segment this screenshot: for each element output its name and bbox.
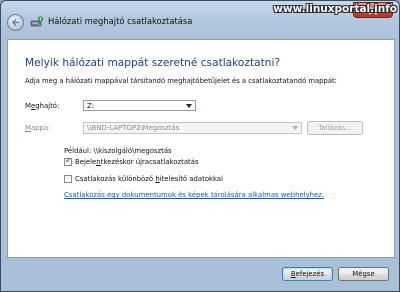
- folder-input[interactable]: \\BND-LAPTOP2\Megosztás: [83, 122, 302, 134]
- back-arrow-icon: [11, 19, 19, 26]
- watermark-text: www.linuxportal.info: [273, 3, 397, 15]
- chevron-down-icon: [186, 104, 192, 108]
- drive-select-value: Z:: [87, 102, 95, 110]
- drive-select[interactable]: Z:: [83, 100, 196, 111]
- website-link[interactable]: Csatlakozás egy dokumentumok és képek tá…: [64, 191, 324, 199]
- reconnect-label[interactable]: Bejelentkezéskor újracsatlakoztatás: [75, 158, 199, 166]
- chevron-down-icon: [292, 126, 298, 130]
- reconnect-checkbox[interactable]: ✓: [64, 156, 72, 166]
- dialog-window: Hálózati meghajtó csatlakoztatása www.li…: [0, 0, 400, 292]
- page-heading: Melyik hálózati mappát szeretné csatlako…: [25, 57, 281, 69]
- credentials-checkbox[interactable]: [64, 175, 72, 183]
- instructions-text: Adja meg a hálózati mappával társítandó …: [25, 77, 337, 85]
- checkmark-icon: ✓: [65, 156, 72, 165]
- network-drive-icon: [30, 16, 44, 27]
- folder-label: Mappa:: [25, 124, 51, 132]
- finish-button[interactable]: Befejezés: [282, 267, 333, 281]
- cancel-button[interactable]: Mégse: [338, 267, 389, 281]
- credentials-label[interactable]: Csatlakozás különböző hitelesítő adatokk…: [75, 175, 223, 183]
- title-bar: Hálózati meghajtó csatlakoztatása www.li…: [1, 1, 399, 39]
- example-text: Például: \\kiszolgáló\megosztás: [64, 147, 172, 155]
- drive-label: Meghajtó:: [25, 102, 60, 110]
- browse-button[interactable]: Tallózás...: [307, 121, 363, 135]
- window-title: Hálózati meghajtó csatlakoztatása: [48, 16, 193, 26]
- folder-input-value: \\BND-LAPTOP2\Megosztás: [87, 124, 180, 132]
- back-button[interactable]: [7, 14, 24, 31]
